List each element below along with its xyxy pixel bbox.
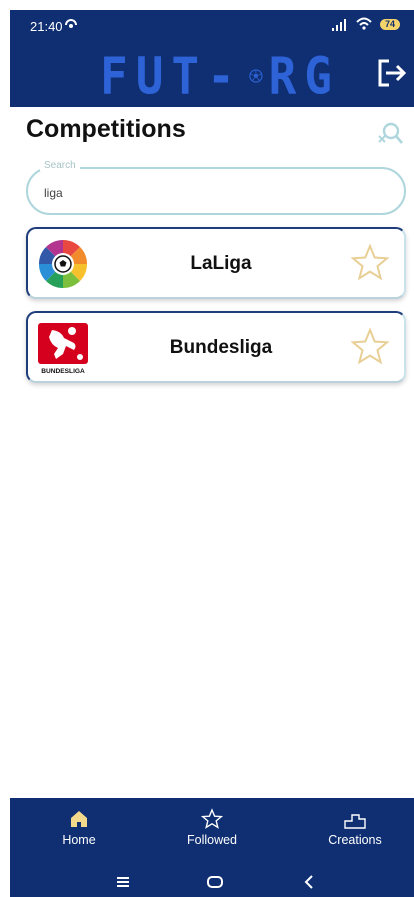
- bottom-nav: Home Followed Creations: [10, 798, 414, 897]
- search-off-icon[interactable]: [376, 120, 404, 148]
- nav-followed[interactable]: Followed: [157, 808, 267, 847]
- status-time: 21:40: [30, 19, 63, 34]
- search-input[interactable]: [42, 182, 386, 204]
- competition-name: Bundesliga: [169, 337, 273, 358]
- home-icon: [71, 811, 87, 827]
- menu-icon[interactable]: [112, 871, 134, 893]
- system-nav-bar: [10, 867, 414, 897]
- search-field[interactable]: Search: [26, 160, 406, 215]
- data-sync-icon: [65, 19, 77, 28]
- back-icon[interactable]: [298, 871, 320, 893]
- nav-creations[interactable]: Creations: [300, 808, 410, 847]
- nav-creations-label: Creations: [328, 833, 382, 847]
- nav-followed-label: Followed: [186, 833, 238, 847]
- wifi-icon: [356, 17, 372, 30]
- home-button-icon[interactable]: [204, 871, 226, 893]
- signal-icon: [332, 19, 346, 31]
- competition-card-bundesliga[interactable]: BUNDESLIGA Bundesliga: [26, 311, 406, 383]
- bundesliga-logo: BUNDESLIGA: [36, 321, 90, 375]
- logo-text-right: RG: [268, 46, 340, 106]
- search-legend: Search: [40, 160, 80, 171]
- battery-icon: 74: [380, 19, 400, 30]
- logo-text-left: FUT-: [100, 46, 243, 106]
- app-logo: FUT- RG: [100, 46, 340, 106]
- bundesliga-emblem-icon: BUNDESLIGA: [38, 323, 88, 375]
- competition-card-laliga[interactable]: LaLiga: [26, 227, 406, 299]
- competition-name: LaLiga: [190, 253, 252, 274]
- star-outline-icon: [201, 808, 223, 829]
- bundesliga-logo-text: BUNDESLIGA: [41, 368, 85, 375]
- laliga-logo: [38, 239, 88, 289]
- logout-icon[interactable]: [374, 56, 408, 90]
- status-bar: 21:40 74: [10, 10, 414, 40]
- nav-home[interactable]: Home: [24, 808, 134, 847]
- podium-icon: [344, 814, 366, 829]
- app-screen: 21:40 74 FUT- RG Competitions Search lig…: [10, 10, 414, 897]
- star-icon[interactable]: [350, 327, 390, 367]
- nav-home-label: Home: [62, 833, 96, 847]
- app-header: 21:40 74 FUT- RG: [10, 10, 414, 107]
- page-title: Competitions: [26, 115, 186, 143]
- soccer-ball-icon: [249, 69, 263, 83]
- star-icon[interactable]: [350, 243, 390, 283]
